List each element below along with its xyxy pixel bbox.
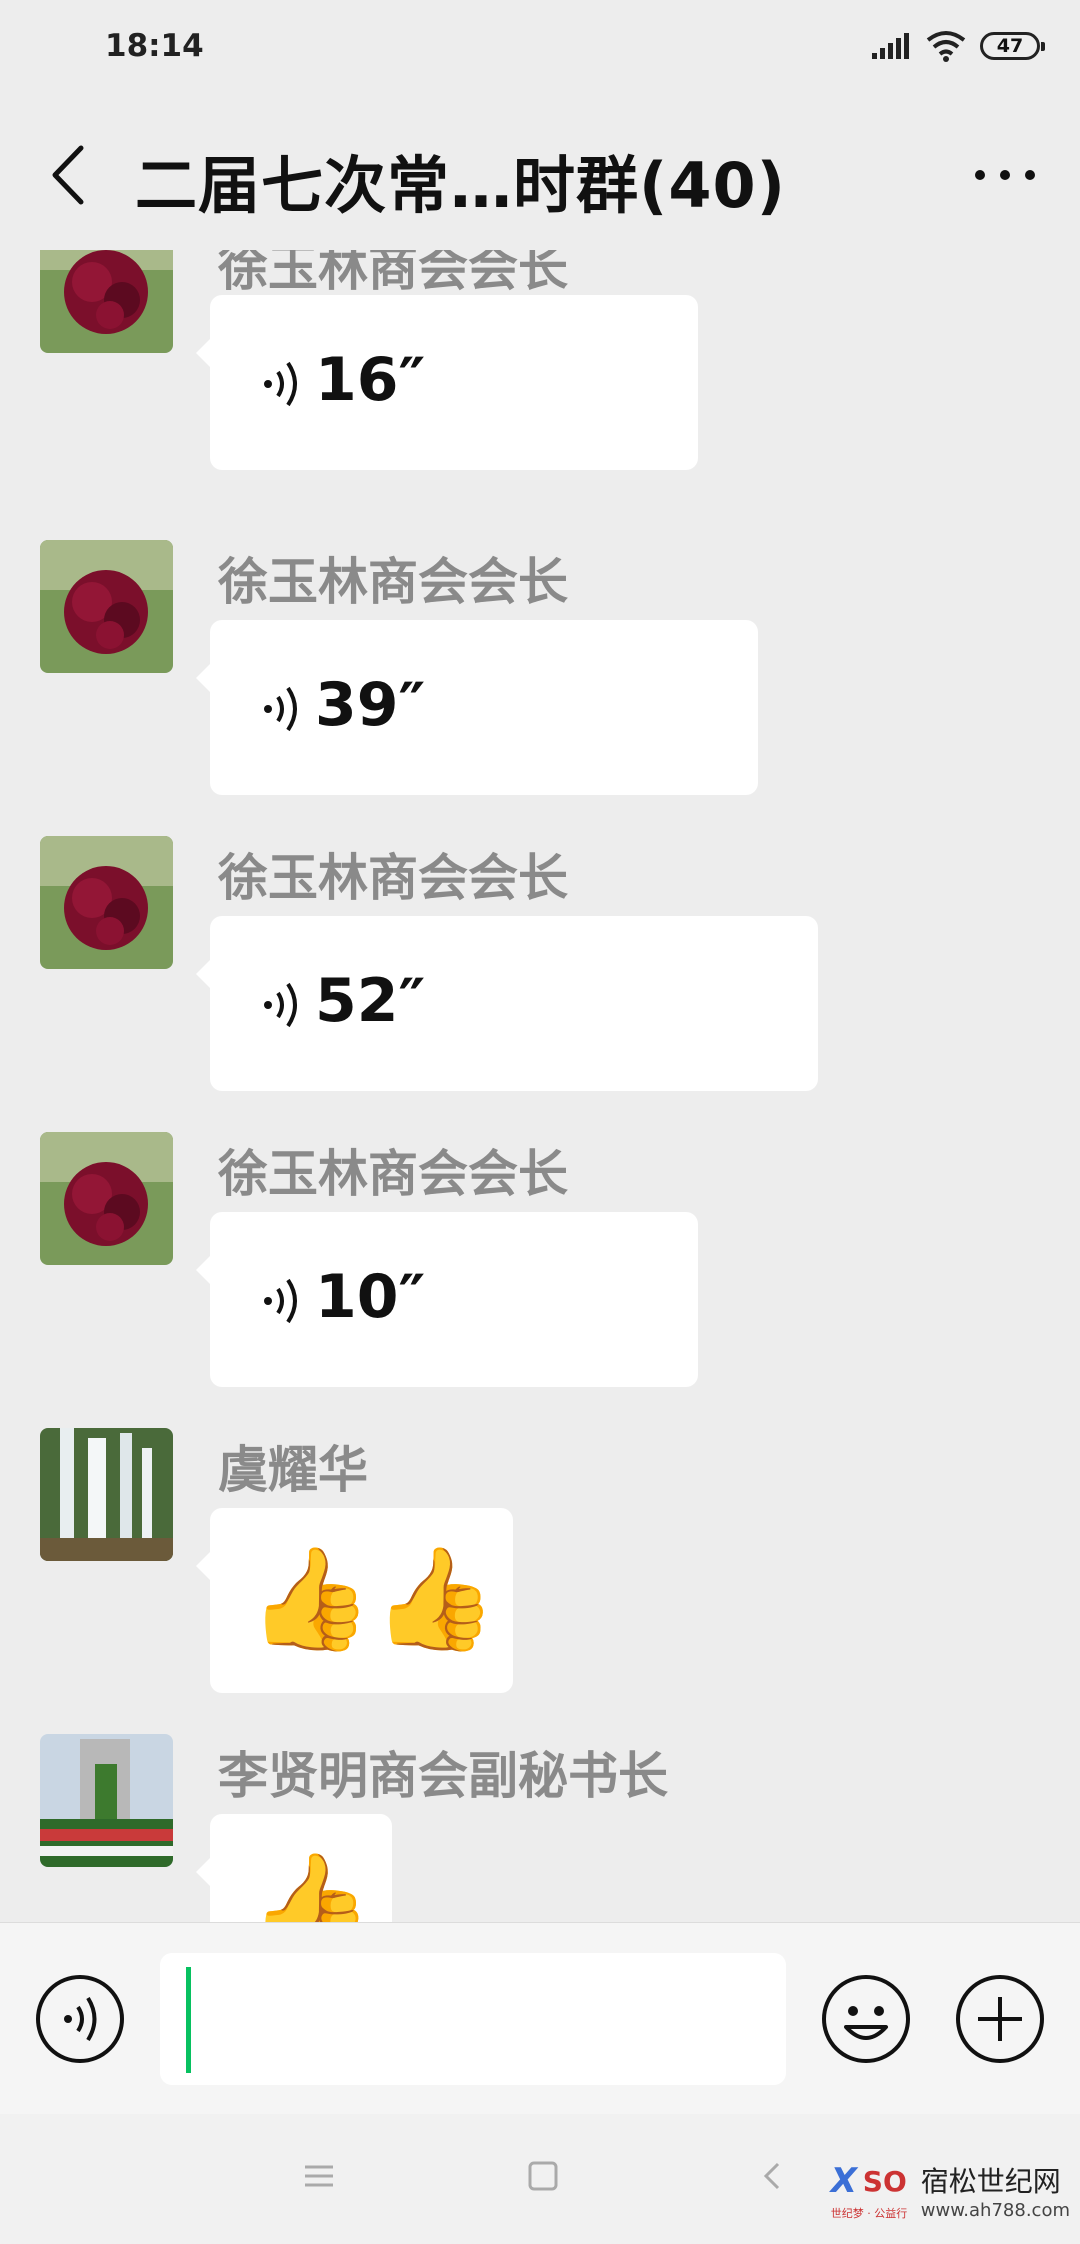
voice-duration: 39″ (315, 670, 426, 740)
voice-message-bubble[interactable]: 16″ (196, 295, 698, 470)
emoji-message-bubble[interactable]: 👍👍 (196, 1508, 513, 1693)
watermark: X SO 世纪梦 · 公益行 宿松世纪网 www.ah788.com (830, 2160, 1070, 2222)
chat-title: 二届七次常…时群(40) (135, 149, 786, 222)
peony-avatar-image (40, 1132, 173, 1265)
watermark-logo: X SO 世纪梦 · 公益行 (830, 2160, 908, 2220)
avatar[interactable] (40, 540, 173, 673)
avatar[interactable] (40, 1734, 173, 1867)
menu-icon[interactable] (302, 2159, 336, 2193)
status-icons: 47 (872, 30, 1045, 62)
plus-icon[interactable] (954, 1973, 1046, 2065)
voice-message-bubble[interactable]: 10″ (196, 1212, 698, 1387)
voice-wave-icon (264, 982, 297, 1028)
status-time: 18:14 (105, 28, 204, 64)
sender-name: 徐玉林商会会长 (218, 1145, 568, 1203)
voice-duration: 52″ (315, 966, 426, 1036)
thumbs-up-emoji: 👍 (248, 1846, 373, 1923)
watermark-site-name: 宿松世纪网 (920, 2165, 1061, 2198)
back-arrow-icon[interactable] (45, 140, 95, 210)
peony-avatar-image (40, 540, 173, 673)
voice-message-bubble[interactable]: 39″ (196, 620, 758, 795)
watermark-logo-text: SO (862, 2164, 907, 2198)
back-nav-icon[interactable] (756, 2159, 790, 2193)
peony-avatar-image (40, 250, 173, 353)
sender-name: 李贤明商会副秘书长 (218, 1747, 668, 1805)
sender-name: 徐玉林商会会长 (218, 250, 568, 297)
home-icon[interactable] (526, 2159, 560, 2193)
voice-duration: 10″ (315, 1262, 426, 1332)
voice-message-bubble[interactable]: 52″ (196, 916, 818, 1091)
avatar[interactable] (40, 1428, 173, 1561)
waterfall-avatar-image (40, 1428, 173, 1561)
voice-wave-icon (264, 686, 297, 732)
battery-level: 47 (996, 35, 1024, 57)
watermark-url: www.ah788.com (920, 2200, 1070, 2221)
voice-input-icon[interactable] (34, 1973, 126, 2065)
thumbs-up-emoji: 👍👍 (248, 1540, 498, 1657)
more-options-icon[interactable] (970, 160, 1040, 190)
sender-name: 徐玉林商会会长 (218, 553, 568, 611)
voice-wave-icon (264, 361, 297, 407)
wifi-icon (926, 31, 966, 62)
peony-avatar-image (40, 836, 173, 969)
chat-header: 二届七次常…时群(40) (0, 100, 1080, 250)
watermark-text-block: 宿松世纪网 www.ah788.com (921, 2160, 1070, 2221)
message-text-input[interactable] (160, 1953, 786, 2085)
voice-duration: 16″ (315, 345, 426, 415)
battery-indicator: 47 (980, 32, 1045, 60)
watermark-logo-sub: 世纪梦 · 公益行 (830, 2206, 908, 2220)
emoji-icon[interactable] (820, 1973, 912, 2065)
avatar[interactable] (40, 836, 173, 969)
signal-icon (872, 33, 909, 59)
message-list[interactable]: 徐玉林商会会长 16″ 徐玉林商会会长 39″ 徐玉林商会会长 52″ 徐玉林商… (0, 250, 1080, 1922)
emoji-message-bubble[interactable]: 👍 (196, 1814, 392, 1923)
voice-wave-icon (264, 1278, 297, 1324)
sender-name: 徐玉林商会会长 (218, 849, 568, 907)
avatar[interactable] (40, 250, 173, 353)
sender-name: 虞耀华 (218, 1441, 368, 1499)
status-bar: 18:14 47 (0, 0, 1080, 100)
text-caret (186, 1967, 191, 2073)
avatar[interactable] (40, 1132, 173, 1265)
garden-avatar-image (40, 1734, 173, 1867)
message-input-bar (0, 1922, 1080, 2114)
